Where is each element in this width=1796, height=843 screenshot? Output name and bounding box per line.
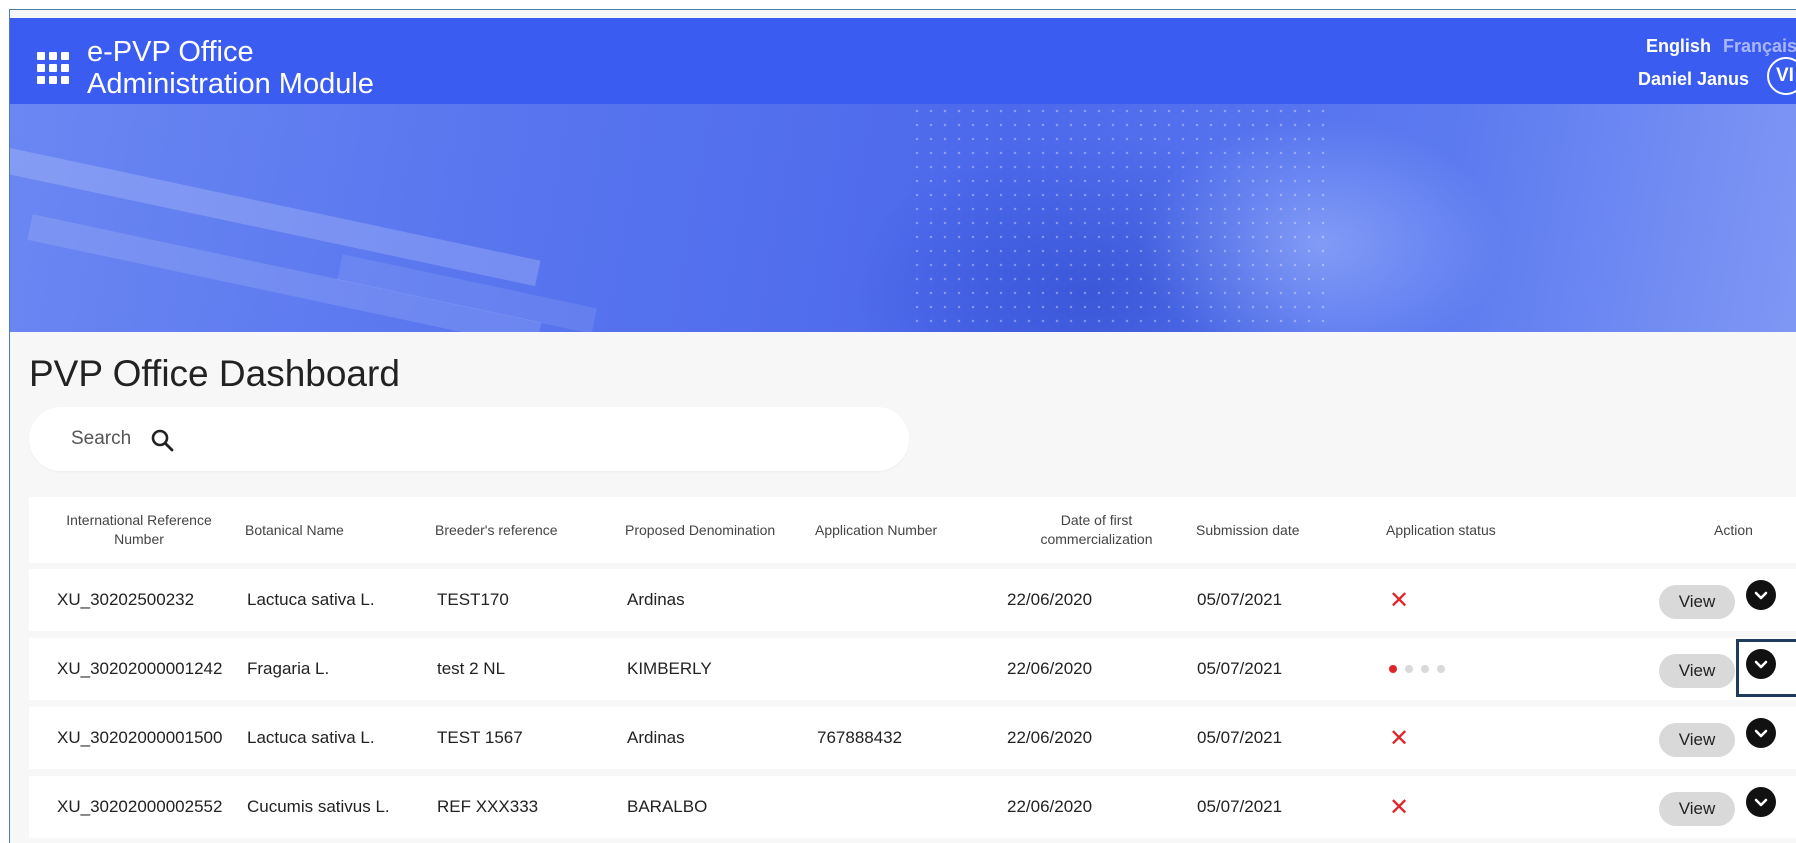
x-icon: ✕	[1389, 724, 1410, 752]
search-input[interactable]	[69, 427, 133, 451]
cell-botanical-name: Lactuca sativa L.	[247, 590, 375, 609]
avatar[interactable]: VI	[1767, 57, 1796, 95]
cell-botanical-name: Lactuca sativa L.	[247, 728, 375, 747]
col-action: Action	[1714, 521, 1753, 538]
chevron-down-icon	[1754, 729, 1768, 738]
col-submission-date[interactable]: Submission date	[1196, 497, 1300, 563]
expand-button[interactable]	[1746, 649, 1776, 679]
x-icon: ✕	[1389, 586, 1410, 614]
progress-dot	[1437, 665, 1445, 673]
search-bar	[29, 407, 909, 471]
cell-denomination: KIMBERLY	[627, 659, 712, 678]
cell-submission-date: 05/07/2021	[1197, 797, 1283, 816]
cell-first-commercialization: 22/06/2020	[1007, 797, 1093, 816]
cell-reference: XU_30202000001500	[57, 728, 223, 747]
progress-dot-active	[1389, 665, 1397, 673]
user-name[interactable]: Daniel Janus	[1638, 69, 1749, 90]
col-breeders-reference[interactable]: Breeder's reference	[435, 497, 558, 563]
page-title: PVP Office Dashboard	[29, 353, 400, 394]
cell-first-commercialization: 22/06/2020	[1007, 659, 1093, 678]
progress-dot	[1421, 665, 1429, 673]
table-row: XU_30202500232 Lactuca sativa L. TEST170…	[29, 569, 1796, 631]
col-botanical-name[interactable]: Botanical Name	[245, 497, 344, 563]
app-frame: e-PVP Office Administration Module Engli…	[9, 9, 1796, 843]
x-icon: ✕	[1389, 793, 1410, 821]
cell-botanical-name: Fragaria L.	[247, 659, 330, 678]
cell-breeders-reference: TEST170	[437, 590, 509, 609]
app-title: e-PVP Office Administration Module	[87, 36, 374, 100]
expand-button[interactable]	[1746, 580, 1776, 610]
cell-breeders-reference: REF XXX333	[437, 797, 539, 816]
cell-denomination: Ardinas	[627, 728, 685, 747]
view-button[interactable]: View	[1659, 585, 1735, 619]
col-international-reference-number[interactable]: International Reference Number	[54, 497, 224, 563]
cell-first-commercialization: 22/06/2020	[1007, 728, 1093, 747]
view-button[interactable]: View	[1659, 654, 1735, 688]
col-date-first-commercialization[interactable]: Date of first commercialization	[1024, 497, 1169, 563]
cell-submission-date: 05/07/2021	[1197, 728, 1283, 747]
chevron-down-icon	[1754, 591, 1768, 600]
cell-denomination: BARALBO	[627, 797, 708, 816]
col-application-status[interactable]: Application status	[1386, 497, 1496, 563]
chevron-down-icon	[1754, 798, 1768, 807]
language-english[interactable]: English	[1646, 36, 1711, 56]
table-row: XU_30202000002552 Cucumis sativus L. REF…	[29, 776, 1796, 838]
cell-status: ✕	[1389, 776, 1409, 838]
cell-breeders-reference: TEST 1567	[437, 728, 523, 747]
cell-status: ✕	[1389, 707, 1409, 769]
cell-reference: XU_30202500232	[57, 590, 195, 609]
table-row: XU_30202000001242 Fragaria L. test 2 NL …	[29, 638, 1796, 700]
cell-status: ✕	[1389, 569, 1409, 631]
cell-botanical-name: Cucumis sativus L.	[247, 797, 390, 816]
view-button[interactable]: View	[1659, 792, 1735, 826]
search-icon[interactable]	[149, 427, 175, 453]
progress-dot	[1405, 665, 1413, 673]
cell-first-commercialization: 22/06/2020	[1007, 590, 1093, 609]
table-header: International Reference Number Botanical…	[29, 497, 1796, 563]
cell-breeders-reference: test 2 NL	[437, 659, 506, 678]
col-proposed-denomination[interactable]: Proposed Denomination	[625, 497, 775, 563]
cell-reference: XU_30202000001242	[57, 659, 223, 678]
expand-button[interactable]	[1746, 787, 1776, 817]
language-french[interactable]: Français	[1723, 36, 1796, 56]
hero-banner	[10, 104, 1796, 332]
view-button[interactable]: View	[1659, 723, 1735, 757]
language-switcher: English Français	[1646, 36, 1796, 57]
chevron-down-icon	[1754, 660, 1768, 669]
cell-denomination: Ardinas	[627, 590, 685, 609]
cell-submission-date: 05/07/2021	[1197, 590, 1283, 609]
cell-submission-date: 05/07/2021	[1197, 659, 1283, 678]
cell-application-number: 767888432	[817, 728, 903, 747]
apps-grid-icon[interactable]	[37, 52, 71, 86]
col-application-number[interactable]: Application Number	[815, 497, 937, 563]
cell-status	[1389, 638, 1445, 700]
cell-reference: XU_30202000002552	[57, 797, 223, 816]
top-header: e-PVP Office Administration Module Engli…	[10, 18, 1796, 104]
table-row: XU_30202000001500 Lactuca sativa L. TEST…	[29, 707, 1796, 769]
expand-button[interactable]	[1746, 718, 1776, 748]
status-progress-dots	[1389, 665, 1445, 673]
